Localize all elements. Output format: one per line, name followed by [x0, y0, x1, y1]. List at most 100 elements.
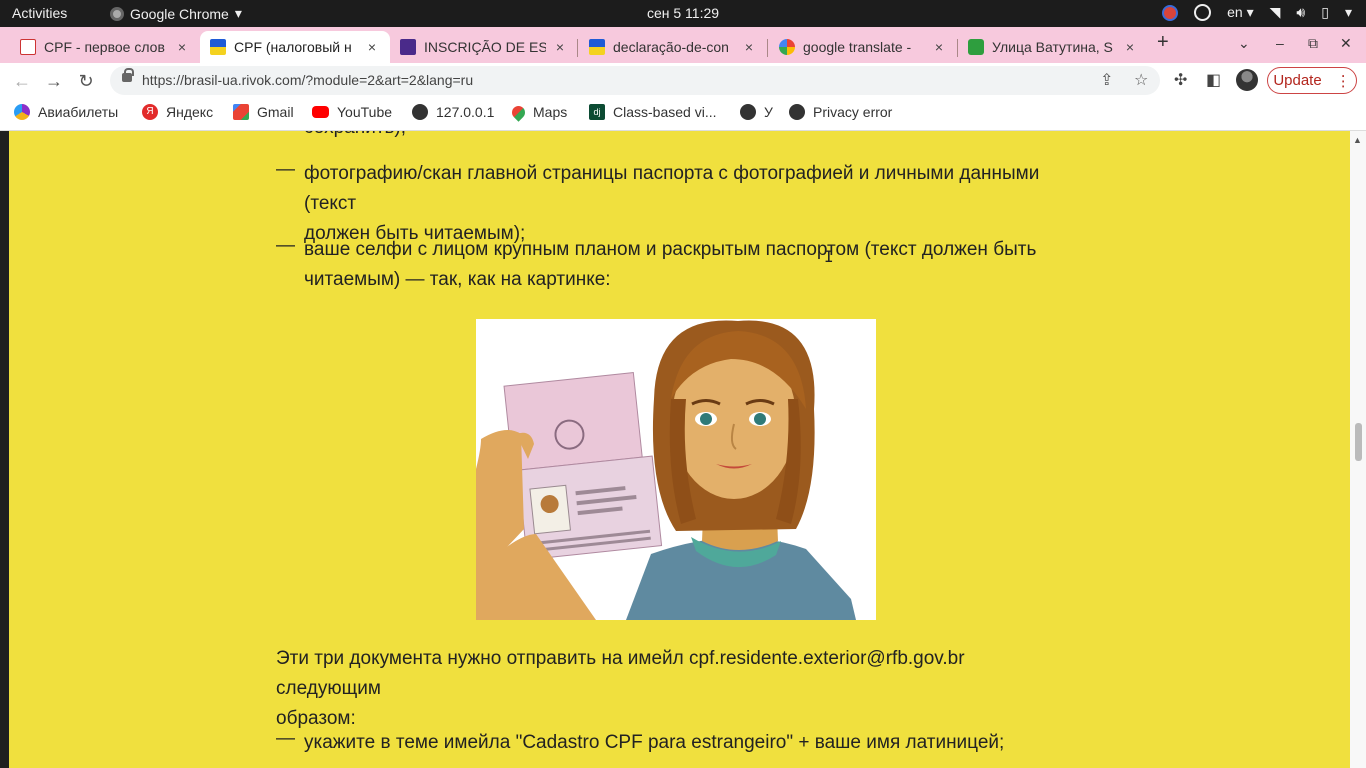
new-tab-button[interactable]: +: [1157, 31, 1169, 54]
bookmark-label: Gmail: [257, 104, 294, 120]
profile-avatar[interactable]: [1236, 69, 1258, 91]
volume-icon[interactable]: 🔊︎: [1296, 4, 1305, 21]
bookmark-label: Яндекс: [166, 104, 214, 120]
lock-icon[interactable]: [122, 68, 134, 82]
tab-strip: CPF - первое слов × CPF (налоговый н × I…: [0, 27, 1366, 63]
bookmark-yandex[interactable]: Я Яндекс: [142, 104, 213, 120]
close-tab-icon[interactable]: ×: [364, 39, 380, 55]
extensions-puzzle-icon[interactable]: ✣: [1174, 70, 1187, 90]
youtube-icon: [312, 106, 329, 118]
language-label: en: [1227, 4, 1243, 20]
update-button[interactable]: Update ⋮: [1267, 67, 1357, 94]
activities-button[interactable]: Activities: [12, 5, 67, 21]
side-panel-icon[interactable]: ◧: [1206, 70, 1221, 90]
bookmark-localhost[interactable]: 127.0.0.1: [412, 104, 494, 120]
bookmark-gmail[interactable]: Gmail: [233, 104, 294, 120]
bookmark-u[interactable]: У: [740, 104, 773, 120]
bookmark-maps[interactable]: Maps: [509, 102, 567, 122]
bookmark-django[interactable]: dj Class-based vi...: [589, 104, 716, 120]
bookmark-label: Авиабилеты: [38, 104, 119, 120]
close-window-button[interactable]: ✕: [1340, 35, 1352, 52]
yandex-favicon-icon: [20, 39, 36, 55]
aviasales-icon: [14, 104, 30, 120]
django-icon: dj: [589, 104, 605, 120]
list-item-line: фотографию/скан главной страницы паспорт…: [304, 163, 1040, 214]
tab-google-translate[interactable]: google translate - ×: [769, 31, 957, 63]
globe-icon: [740, 104, 756, 120]
page-content: сохранить); — фотографию/скан главной ст…: [0, 131, 1350, 768]
record-indicator-icon[interactable]: [1162, 4, 1179, 21]
tab-title: Улица Ватутина, S: [992, 39, 1113, 55]
close-tab-icon[interactable]: ×: [1122, 39, 1138, 55]
list-dash: —: [276, 159, 295, 180]
bookmark-youtube[interactable]: YouTube: [312, 104, 392, 120]
tab-title: CPF (налоговый н: [234, 39, 352, 55]
browser-toolbar: ← → ↻ https://brasil-ua.rivok.com/?modul…: [0, 63, 1366, 98]
brazil-flag-icon: [968, 39, 984, 55]
app-menu[interactable]: Google Chrome ▾: [110, 5, 242, 22]
list-item-line: ваше селфи с лицом крупным планом и раск…: [304, 239, 1037, 260]
scrollbar-thumb[interactable]: [1355, 423, 1362, 461]
bookmark-aviabilety[interactable]: Авиабилеты: [14, 104, 118, 120]
tab-inscricao[interactable]: INSCRIÇÃO DE ES ×: [390, 31, 578, 63]
tab-title: CPF - первое слов: [44, 39, 165, 55]
language-selector[interactable]: en ▾: [1227, 4, 1254, 21]
address-bar[interactable]: https://brasil-ua.rivok.com/?module=2&ar…: [110, 66, 1160, 95]
tab-cpf-first-word[interactable]: CPF - первое слов ×: [10, 31, 200, 63]
share-icon[interactable]: ⇪: [1100, 70, 1113, 90]
list-item: укажите в теме имейла "Cadastro CPF para…: [304, 732, 1005, 753]
tab-declaracao[interactable]: declaração-de-con ×: [579, 31, 767, 63]
globe-icon: [789, 104, 805, 120]
illustration-svg: [476, 320, 856, 620]
tab-search-chevron-icon[interactable]: ⌄: [1238, 35, 1250, 52]
battery-icon[interactable]: ▯: [1321, 4, 1329, 21]
power-menu-icon[interactable]: ▾: [1345, 4, 1352, 21]
scroll-up-arrow-icon[interactable]: ▲: [1353, 135, 1362, 145]
back-arrow-icon[interactable]: ←: [10, 69, 34, 93]
wifi-icon[interactable]: ◥: [1270, 4, 1281, 21]
more-menu-icon: ⋮: [1335, 72, 1351, 90]
bookmarks-bar: Авиабилеты Я Яндекс Gmail YouTube 127.0.…: [0, 98, 1366, 131]
ukraine-flag-icon: [589, 39, 605, 55]
page-left-edge: [0, 131, 9, 768]
globe-icon: [412, 104, 428, 120]
tab-title: declaração-de-con: [613, 39, 729, 55]
app-name: Google Chrome: [130, 5, 229, 22]
chrome-icon: [110, 6, 124, 21]
tab-cpf-tax[interactable]: CPF (налоговый н ×: [200, 31, 390, 63]
url-text[interactable]: https://brasil-ua.rivok.com/?module=2&ar…: [142, 72, 473, 88]
forward-arrow-icon[interactable]: →: [42, 69, 66, 93]
system-tray[interactable]: en ▾ ◥ 🔊︎ ▯ ▾: [1162, 4, 1352, 21]
list-dash: —: [276, 235, 295, 256]
maximize-window-button[interactable]: ⧉: [1308, 35, 1318, 52]
reload-icon[interactable]: ↻: [74, 69, 98, 93]
bookmark-label: У: [764, 104, 773, 120]
caret-down-icon: ▾: [234, 5, 242, 21]
close-tab-icon[interactable]: ×: [931, 39, 947, 55]
bookmark-label: Class-based vi...: [613, 104, 717, 120]
tab-vatutina-street[interactable]: Улица Ватутина, S ×: [958, 31, 1148, 63]
selfie-with-passport-illustration: [476, 319, 876, 620]
update-label: Update: [1273, 72, 1322, 89]
minimize-window-button[interactable]: ‒: [1276, 35, 1284, 51]
maps-icon: [509, 102, 528, 122]
status-indicator-icon[interactable]: [1194, 4, 1212, 21]
close-tab-icon[interactable]: ×: [552, 39, 568, 55]
bookmark-label: YouTube: [337, 104, 393, 120]
text-cursor-icon: I: [824, 247, 834, 266]
list-item-line: читаемым) — так, как на картинке:: [304, 269, 611, 290]
yandex-icon: Я: [142, 104, 158, 120]
paragraph-line: Эти три документа нужно отправить на име…: [276, 648, 965, 699]
close-tab-icon[interactable]: ×: [741, 39, 757, 55]
gmail-icon: [233, 104, 249, 120]
system-top-bar: Activities Google Chrome ▾ сен 5 11:29 e…: [0, 0, 1366, 27]
bookmark-label: 127.0.0.1: [436, 104, 495, 120]
bookmark-label: Privacy error: [813, 104, 893, 120]
bookmark-privacy-error[interactable]: Privacy error: [789, 104, 892, 120]
page-scrollbar[interactable]: ▲: [1350, 131, 1366, 768]
cut-off-text: сохранить);: [304, 131, 406, 143]
paragraph: Эти три документа нужно отправить на име…: [276, 644, 1056, 734]
google-icon: [779, 39, 795, 55]
close-tab-icon[interactable]: ×: [174, 39, 190, 55]
bookmark-star-icon[interactable]: ☆: [1134, 70, 1148, 90]
